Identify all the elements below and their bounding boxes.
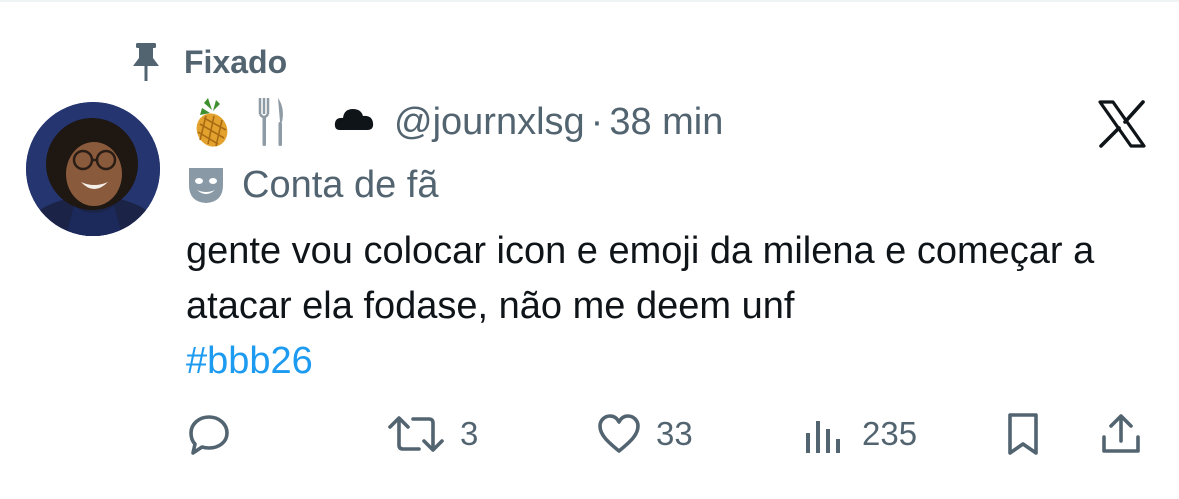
heart-icon <box>596 411 642 457</box>
hashtag-link[interactable]: #bbb26 <box>186 334 1146 389</box>
pinned-label: Fixado <box>184 43 288 80</box>
views-button[interactable]: 235 <box>802 408 917 460</box>
repost-button[interactable]: 3 <box>386 408 478 460</box>
like-count: 33 <box>656 415 693 452</box>
repost-icon <box>386 411 446 457</box>
repost-count: 3 <box>460 415 479 452</box>
reply-button[interactable] <box>186 408 246 460</box>
post-text: gente vou colocar icon e emoji da milena… <box>186 230 1095 327</box>
cloud-emoji-icon <box>332 94 376 150</box>
x-logo-icon <box>1096 98 1148 150</box>
share-icon <box>1098 411 1144 457</box>
pineapple-emoji-icon <box>186 94 236 150</box>
action-bar: 3 33 235 <box>186 408 1146 460</box>
share-button[interactable] <box>1098 408 1144 460</box>
pin-icon <box>128 40 164 84</box>
badge-label: Conta de fã <box>242 163 439 206</box>
top-divider <box>0 0 1179 2</box>
views-count: 235 <box>862 415 918 452</box>
post-body: gente vou colocar icon e emoji da milena… <box>186 224 1146 389</box>
author-header: @journxlsg · 38 min <box>186 94 723 150</box>
post-time[interactable]: 38 min <box>609 101 723 144</box>
views-icon <box>802 411 848 457</box>
theater-mask-icon <box>186 165 226 205</box>
reply-icon <box>186 411 232 457</box>
bookmark-icon <box>1002 411 1044 457</box>
fan-account-badge: Conta de fã <box>186 160 438 210</box>
pinned-indicator: Fixado <box>128 40 287 84</box>
separator-dot: · <box>590 100 604 143</box>
bookmark-button[interactable] <box>1002 408 1044 460</box>
fork-knife-emoji-icon <box>254 94 288 150</box>
avatar[interactable] <box>26 102 160 236</box>
author-handle[interactable]: @journxlsg <box>394 101 585 144</box>
like-button[interactable]: 33 <box>596 408 693 460</box>
